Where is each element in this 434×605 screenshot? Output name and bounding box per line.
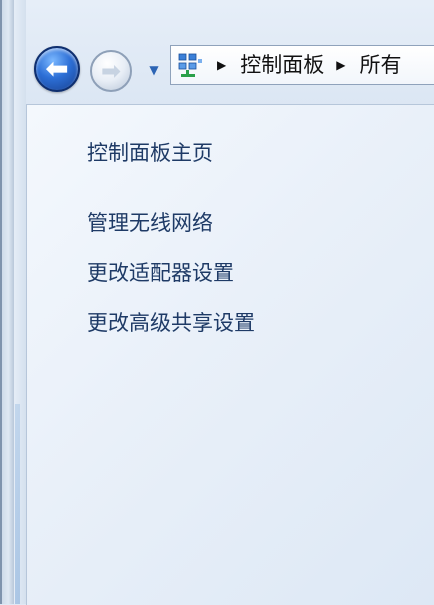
back-button[interactable]: ⬅: [34, 46, 80, 92]
change-advanced-sharing-settings-link[interactable]: 更改高级共享设置: [87, 313, 255, 334]
control-panel-icon: [177, 51, 205, 79]
back-arrow-icon: ⬅: [45, 52, 69, 85]
chevron-down-icon: ▼: [149, 63, 159, 77]
change-adapter-settings-link[interactable]: 更改适配器设置: [87, 263, 234, 284]
address-bar[interactable]: ▶ 控制面板 ▶ 所有: [170, 45, 434, 85]
window-left-edge: [0, 0, 2, 604]
scroll-track[interactable]: [15, 404, 20, 604]
breadcrumb-separator-icon[interactable]: ▶: [336, 59, 345, 71]
recent-pages-button[interactable]: ▼: [146, 62, 162, 78]
control-panel-home-link[interactable]: 控制面板主页: [87, 143, 213, 164]
breadcrumb-control-panel[interactable]: 控制面板: [240, 54, 324, 76]
manage-wireless-networks-link[interactable]: 管理无线网络: [87, 213, 213, 234]
forward-arrow-icon: ➡: [100, 57, 122, 85]
forward-button[interactable]: ➡: [90, 50, 132, 92]
breadcrumb-all-items[interactable]: 所有: [359, 54, 401, 76]
window-left-border: [0, 0, 15, 604]
task-pane: 控制面板主页 管理无线网络 更改适配器设置 更改高级共享设置: [26, 104, 434, 605]
navigation-toolbar: ⬅ ➡ ▼ ▶ 控制面板 ▶ 所有: [26, 38, 434, 98]
breadcrumb-separator-icon[interactable]: ▶: [217, 59, 226, 71]
